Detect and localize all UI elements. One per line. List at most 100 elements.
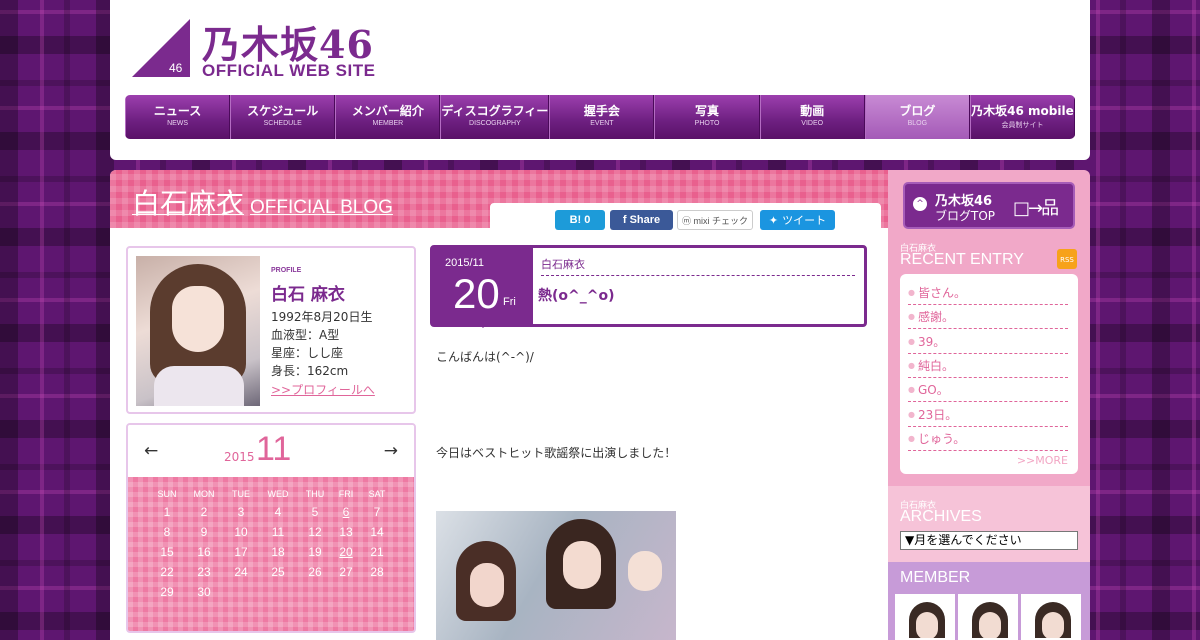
nav-item-label: 乃木坂46 mobile: [971, 104, 1074, 118]
calendar-day: 12: [308, 525, 322, 539]
nav-item-4[interactable]: 握手会 EVENT: [549, 95, 655, 139]
calendar-weekday: MON: [193, 489, 215, 499]
sidebar: ^ 乃木坂46 ブログTOP □→品 白石麻衣 RECENT ENTRY RSS…: [888, 170, 1090, 640]
nav-item-0[interactable]: ニュース NEWS: [125, 95, 231, 139]
nav-item-label: ブログ: [899, 104, 936, 118]
nav-item-label: 写真: [695, 104, 720, 118]
chevron-up-icon: ^: [913, 197, 927, 211]
calendar-next-month-button[interactable]: →: [384, 441, 398, 461]
calendar-weekday: TUE: [232, 489, 250, 499]
member-thumbnail[interactable]: [895, 594, 955, 640]
nav-item-label: ニュース: [153, 104, 202, 118]
profile-height: 身長：162cm: [271, 364, 349, 378]
main-content: 白石麻衣 OFFICIAL BLOG B! 0 f Share ⓜ mixi チェ…: [110, 170, 888, 640]
recent-entry-link[interactable]: 39。: [908, 333, 1068, 354]
mixi-check-button[interactable]: ⓜ mixi チェック: [677, 210, 753, 230]
share-bar: B! 0 f Share ⓜ mixi チェック ✦ ツイート: [490, 203, 881, 230]
calendar-day: 13: [339, 525, 353, 539]
entry-header: 2015/11 20 Fri 白石麻衣 熱(o^_^o): [430, 245, 867, 328]
entry-year-month: 2015/11: [445, 257, 484, 269]
profile-card: PROFILE 白石 麻衣 1992年8月20日生 血液型：A型 星座：しし座 …: [126, 246, 416, 414]
profile-label: PROFILE: [271, 267, 302, 274]
nav-item-sublabel: NEWS: [167, 120, 189, 127]
site-header: 46 乃木坂46 OFFICIAL WEB SITE ニュース NEWS スケジュー…: [110, 0, 1090, 160]
nav-item-sublabel: PHOTO: [694, 120, 720, 127]
calendar-day-link[interactable]: 20: [329, 545, 363, 559]
sitemap-icon: □→品: [1013, 198, 1059, 219]
nav-item-3[interactable]: ディスコグラフィー DISCOGRAPHY: [440, 95, 550, 139]
entry-author: 白石麻衣: [541, 256, 855, 276]
nav-item-sublabel: MEMBER: [372, 120, 404, 127]
nav-item-8[interactable]: 乃木坂46 mobile 会員制サイト: [969, 95, 1075, 139]
rss-label: RSS: [1060, 256, 1074, 264]
profile-link[interactable]: >>プロフィールへ: [271, 381, 375, 398]
profile-name: 白石 麻衣: [271, 285, 345, 305]
archive-month-select[interactable]: ▼月を選んでください: [900, 531, 1078, 550]
calendar-day: 11: [271, 525, 285, 539]
calendar-day: 27: [339, 565, 353, 579]
tweet-button[interactable]: ✦ ツイート: [760, 210, 835, 230]
entry-paragraph-1: こんばんは(^-^)/: [436, 350, 534, 364]
profile-star-sign: 星座：しし座: [271, 346, 344, 360]
nav-item-7[interactable]: ブログ BLOG: [864, 95, 970, 139]
blog-title-suffix[interactable]: OFFICIAL BLOG: [250, 197, 393, 218]
member-thumbnail[interactable]: [958, 594, 1018, 640]
calendar-weekday: WED: [267, 489, 289, 499]
tweet-label: ツイート: [782, 215, 827, 227]
calendar-day-link[interactable]: 6: [329, 505, 363, 519]
calendar-day: 10: [234, 525, 248, 539]
nav-item-label: 動画: [800, 104, 825, 118]
calendar-day: 19: [308, 545, 322, 559]
nav-item-6[interactable]: 動画 VIDEO: [759, 95, 865, 139]
nav-item-1[interactable]: スケジュール SCHEDULE: [230, 95, 336, 139]
member-thumbnail[interactable]: [1021, 594, 1081, 640]
recent-entry-link[interactable]: 皆さん。: [908, 284, 1068, 305]
nav-item-sublabel: EVENT: [590, 120, 614, 127]
site-logo-subtitle[interactable]: OFFICIAL WEB SITE: [202, 61, 375, 81]
nav-item-sublabel: 会員制サイト: [1001, 122, 1044, 129]
recent-entry-link[interactable]: 23日。: [908, 406, 1068, 427]
blog-owner-name[interactable]: 白石麻衣: [132, 187, 244, 220]
nav-item-5[interactable]: 写真 PHOTO: [654, 95, 760, 139]
recent-entry-link[interactable]: GO。: [908, 381, 1068, 403]
nav-item-2[interactable]: メンバー紹介 MEMBER: [335, 95, 441, 139]
calendar-day: 16: [197, 545, 211, 559]
recent-entry-list: >>MORE 皆さん。感謝。 39。純白。 GO。 23日。じゅう。: [900, 274, 1078, 474]
calendar-day: 4: [274, 505, 282, 519]
calendar-day: 28: [370, 565, 384, 579]
nav-item-label: ディスコグラフィー: [441, 104, 549, 118]
profile-birth: 1992年8月20日生: [271, 310, 373, 324]
calendar-weekday: SAT: [368, 489, 386, 499]
entry-title[interactable]: 熱(o^_^o): [538, 285, 615, 305]
calendar-grid: SUN MON TUE WED THU FRI SAT 1 2 3 4 5 6 7 8 9 10 11 12 13 14…: [128, 477, 414, 631]
blog-top-label-2: ブログTOP: [935, 209, 996, 223]
blog-header: 白石麻衣 OFFICIAL BLOG B! 0 f Share ⓜ mixi チェ…: [110, 170, 888, 230]
member-face: [1042, 612, 1064, 638]
calendar-month: 11: [256, 430, 292, 468]
global-nav: ニュース NEWS スケジュール SCHEDULE メンバー紹介 MEMBER ディスコグラ…: [125, 95, 1075, 139]
facebook-share-button[interactable]: f Share: [610, 210, 673, 230]
calendar-day: 7: [373, 505, 381, 519]
calendar-day: 5: [311, 505, 319, 519]
photo-person-1-face: [470, 563, 504, 607]
blog-title-link[interactable]: 白石麻衣 OFFICIAL BLOG: [132, 182, 393, 222]
calendar-day: 15: [160, 545, 174, 559]
recent-entry-link[interactable]: 純白。: [908, 357, 1068, 378]
recent-more-link[interactable]: >>MORE: [1017, 454, 1068, 467]
calendar-day: 3: [237, 505, 245, 519]
calendar-day: 25: [271, 565, 285, 579]
member-face: [979, 612, 1001, 638]
recent-entry-link[interactable]: じゅう。: [908, 430, 1068, 451]
nav-item-sublabel: SCHEDULE: [263, 120, 302, 127]
blog-top-button[interactable]: ^ 乃木坂46 ブログTOP □→品: [903, 182, 1075, 229]
hatena-bookmark-button[interactable]: B! 0: [555, 210, 605, 230]
entry-photo[interactable]: [436, 511, 676, 640]
recent-entry-link[interactable]: 感謝。: [908, 308, 1068, 330]
rss-icon[interactable]: RSS: [1057, 249, 1077, 269]
calendar-day: 21: [370, 545, 384, 559]
photo-body: [154, 366, 244, 406]
calendar-day: 14: [370, 525, 384, 539]
calendar-weekday: THU: [305, 489, 325, 499]
recent-entry-title: RECENT ENTRY: [900, 251, 1024, 268]
calendar-prev-month-button[interactable]: ←: [144, 441, 158, 461]
